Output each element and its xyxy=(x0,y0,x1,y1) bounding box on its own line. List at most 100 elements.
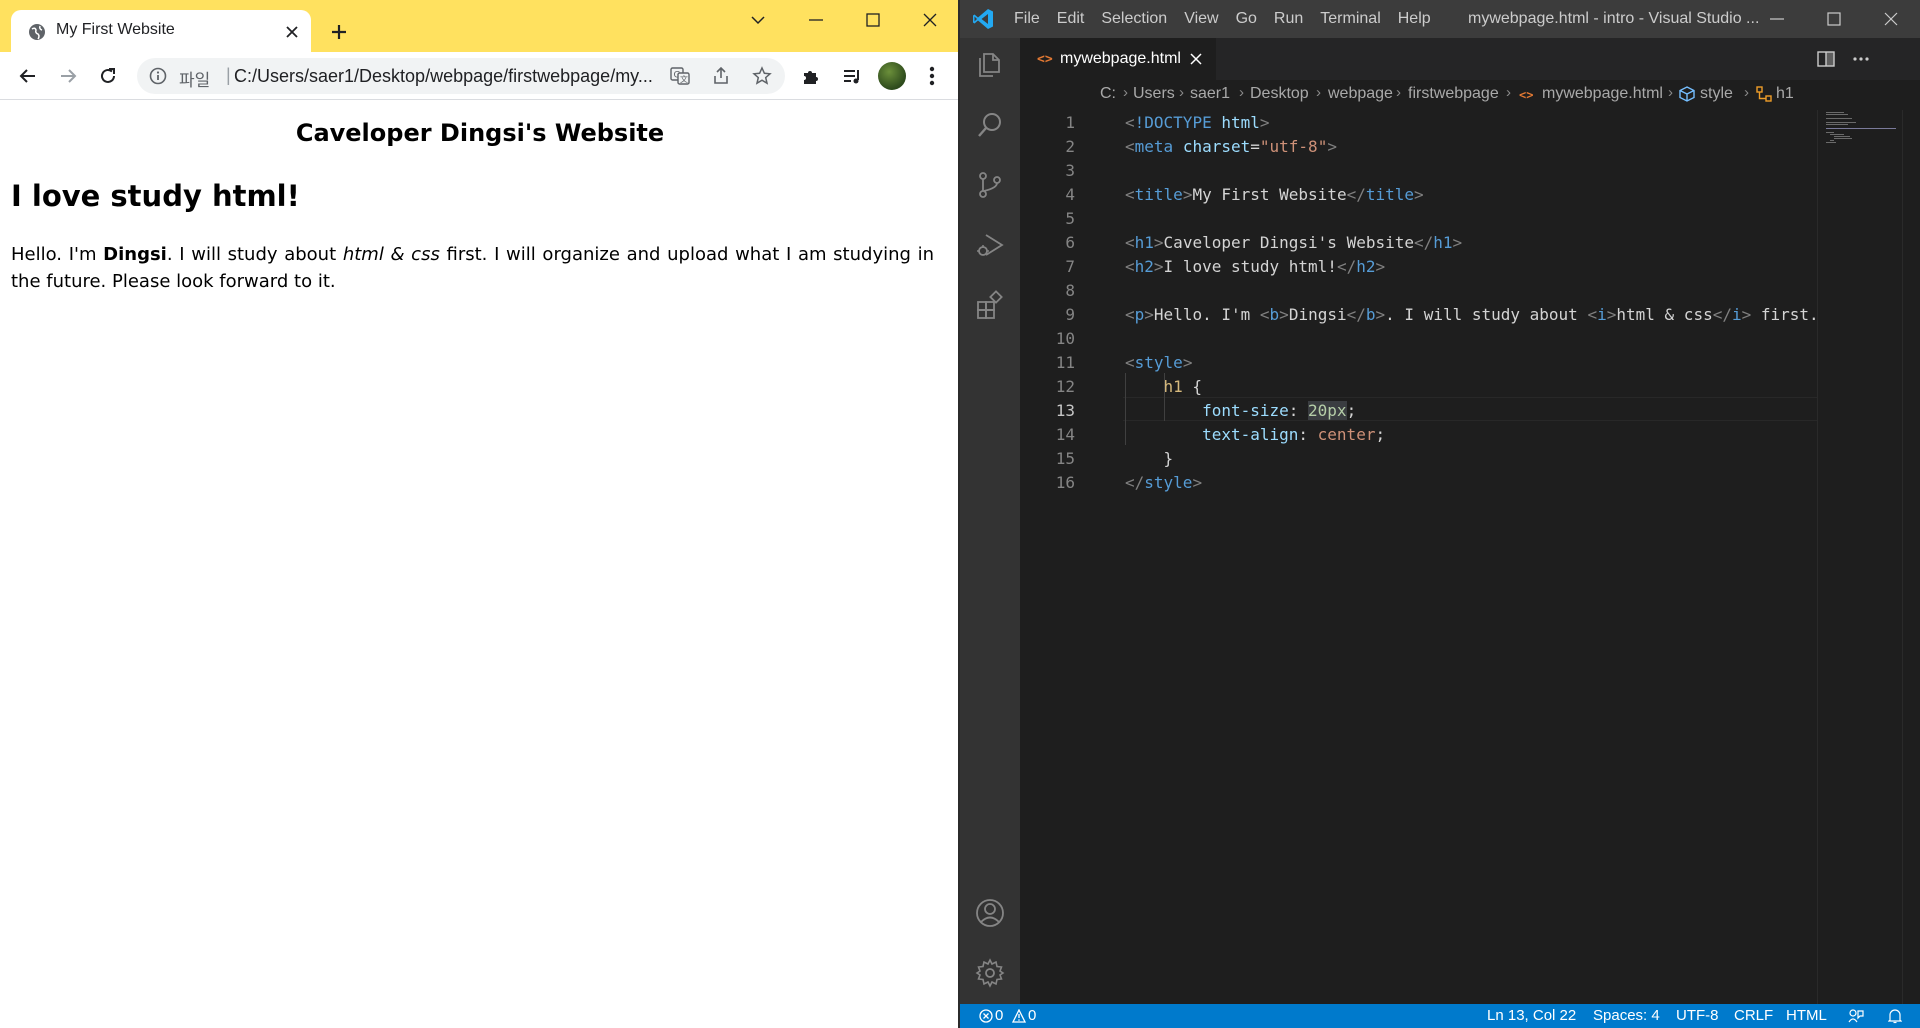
minimize-button[interactable] xyxy=(793,0,839,40)
vscode-maximize-button[interactable] xyxy=(1806,0,1862,38)
line-number: 10 xyxy=(1055,329,1075,348)
minimap[interactable] xyxy=(1817,110,1902,1004)
breadcrumb-desktop[interactable]: Desktop xyxy=(1250,85,1309,103)
close-tab-icon[interactable] xyxy=(281,21,303,43)
code-line-active: 13 font-size: 20px; xyxy=(1020,398,1920,422)
vscode-minimize-button[interactable] xyxy=(1749,0,1805,38)
share-icon[interactable] xyxy=(710,65,732,87)
code-editor[interactable]: 1 <!DOCTYPE html> 2 <meta charset="utf-8">… xyxy=(1020,110,1920,1004)
code-line: 2 <meta charset="utf-8"> xyxy=(1020,134,1920,158)
chevron-right-icon: › xyxy=(1396,84,1401,101)
close-editor-tab-icon[interactable] xyxy=(1186,49,1206,69)
line-number: 6 xyxy=(1065,233,1075,252)
line-number: 11 xyxy=(1055,353,1075,372)
page-paragraph: Hello. I'm Dingsi. I will study about ht… xyxy=(11,241,934,295)
cursor-position[interactable]: Ln 13, Col 22 xyxy=(1487,1007,1576,1024)
explorer-files-icon[interactable] xyxy=(974,49,1006,81)
editor-tab-mywebpage[interactable]: <> mywebpage.html xyxy=(1020,38,1216,80)
back-button[interactable] xyxy=(14,62,42,90)
browser-tab[interactable]: My First Website xyxy=(11,10,311,54)
reload-button[interactable] xyxy=(94,62,122,90)
breadcrumb-h1[interactable]: h1 xyxy=(1776,85,1794,103)
extensions-puzzle-icon[interactable] xyxy=(797,62,825,90)
chevron-right-icon: › xyxy=(1179,84,1184,101)
bookmark-star-icon[interactable] xyxy=(751,65,773,87)
notifications-bell-icon[interactable] xyxy=(1887,1008,1903,1024)
encoding-status[interactable]: UTF-8 xyxy=(1676,1007,1719,1024)
editor-tabbar: <> mywebpage.html xyxy=(1020,38,1920,80)
editor-scrollbar[interactable] xyxy=(1902,110,1920,1004)
chevron-right-icon: › xyxy=(1744,84,1749,101)
breadcrumb-drive[interactable]: C: xyxy=(1100,85,1116,103)
run-debug-icon[interactable] xyxy=(974,229,1006,261)
breadcrumb-firstwebpage[interactable]: firstwebpage xyxy=(1408,85,1499,103)
language-mode[interactable]: HTML xyxy=(1786,1007,1827,1024)
breadcrumb-webpage[interactable]: webpage xyxy=(1328,85,1393,103)
activity-bar xyxy=(960,38,1020,1004)
line-number: 14 xyxy=(1055,425,1075,444)
accounts-icon[interactable] xyxy=(974,897,1006,929)
settings-gear-icon[interactable] xyxy=(974,957,1006,989)
address-bar[interactable]: 파일 | C:/Users/saer1/Desktop/webpage/firs… xyxy=(137,58,785,94)
line-number: 7 xyxy=(1065,257,1075,276)
tab-title: My First Website xyxy=(56,21,175,38)
more-menu-icon[interactable] xyxy=(918,62,946,90)
indentation-status[interactable]: Spaces: 4 xyxy=(1593,1007,1660,1024)
menu-terminal[interactable]: Terminal xyxy=(1320,10,1380,28)
search-icon[interactable] xyxy=(974,109,1006,141)
tab-search-icon[interactable] xyxy=(735,0,781,40)
window-splitter[interactable] xyxy=(958,0,960,1028)
code-line: 10 xyxy=(1020,326,1920,350)
line-number: 1 xyxy=(1065,113,1075,132)
status-bar: 0 0 Ln 13, Col 22 Spaces: 4 UTF-8 CRLF H… xyxy=(960,1004,1920,1028)
breadcrumb-file[interactable]: mywebpage.html xyxy=(1542,85,1663,103)
forward-button[interactable] xyxy=(54,62,82,90)
split-editor-icon[interactable] xyxy=(1815,48,1837,70)
code-line: 9 <p>Hello. I'm <b>Dingsi</b>. I will stu… xyxy=(1020,302,1920,326)
browser-window: My First Website 파일 | C:/Users/saer1/Des… xyxy=(0,0,960,1028)
vscode-window-title: mywebpage.html - intro - Visual Studio .… xyxy=(1468,10,1760,27)
line-number: 15 xyxy=(1055,449,1075,468)
translate-icon[interactable]: G文 xyxy=(669,65,691,87)
paragraph-italic-topic: html & css xyxy=(342,244,440,265)
line-number: 5 xyxy=(1065,209,1075,228)
menu-go[interactable]: Go xyxy=(1236,10,1257,28)
more-actions-icon[interactable] xyxy=(1850,48,1872,70)
breadcrumb-style[interactable]: style xyxy=(1700,85,1733,103)
error-count[interactable]: 0 xyxy=(995,1007,1003,1024)
error-icon[interactable] xyxy=(978,1008,994,1024)
menu-edit[interactable]: Edit xyxy=(1057,10,1085,28)
menu-file[interactable]: File xyxy=(1014,10,1040,28)
code-line: 1 <!DOCTYPE html> xyxy=(1020,110,1920,134)
menu-view[interactable]: View xyxy=(1184,10,1218,28)
warning-icon[interactable] xyxy=(1011,1008,1027,1024)
line-number: 9 xyxy=(1065,305,1075,324)
line-number: 4 xyxy=(1065,185,1075,204)
editor-tab-label: mywebpage.html xyxy=(1060,50,1181,67)
code-line: 6 <h1>Caveloper Dingsi's Website</h1> xyxy=(1020,230,1920,254)
breadcrumb-saer1[interactable]: saer1 xyxy=(1190,85,1230,103)
media-queue-icon[interactable] xyxy=(838,62,866,90)
menu-run[interactable]: Run xyxy=(1274,10,1303,28)
eol-status[interactable]: CRLF xyxy=(1734,1007,1773,1024)
address-scheme: 파일 xyxy=(179,71,211,91)
profile-avatar[interactable] xyxy=(878,62,906,90)
menu-help[interactable]: Help xyxy=(1398,10,1431,28)
extensions-icon[interactable] xyxy=(974,289,1006,321)
close-window-button[interactable] xyxy=(907,0,953,40)
code-line: 8 xyxy=(1020,278,1920,302)
address-url[interactable]: C:/Users/saer1/Desktop/webpage/firstwebp… xyxy=(234,66,664,87)
vscode-close-button[interactable] xyxy=(1863,0,1919,38)
info-icon[interactable] xyxy=(149,67,167,85)
maximize-button[interactable] xyxy=(850,0,896,40)
vscode-menubar: File Edit Selection View Go Run Terminal… xyxy=(1014,10,1448,28)
html-file-icon: <> xyxy=(1519,88,1534,102)
new-tab-button[interactable] xyxy=(325,18,353,46)
source-control-icon[interactable] xyxy=(974,169,1006,201)
chevron-right-icon: › xyxy=(1668,84,1673,101)
breadcrumb-users[interactable]: Users xyxy=(1133,85,1175,103)
code-line: 3 xyxy=(1020,158,1920,182)
menu-selection[interactable]: Selection xyxy=(1101,10,1167,28)
feedback-icon[interactable] xyxy=(1848,1008,1864,1024)
warning-count[interactable]: 0 xyxy=(1028,1007,1036,1024)
